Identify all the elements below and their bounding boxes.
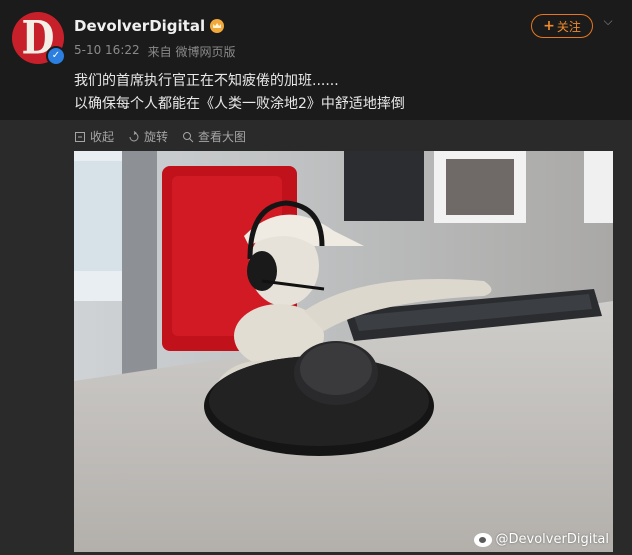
image-watermark: @DevolverDigital [473,532,609,547]
rotate-button[interactable]: 旋转 [128,128,168,145]
post-image[interactable]: @DevolverDigital [74,151,613,552]
zoom-icon [183,131,194,142]
post-text-line: 我们的首席执行官正在不知疲倦的加班...... [74,73,339,89]
collapse-icon [75,131,85,142]
chevron-down-icon[interactable]: ⌵ [599,12,617,30]
post-text: 我们的首席执行官正在不知疲倦的加班...... 以确保每个人都能在《人类一败涂地… [74,70,405,116]
follow-label: 关注 [556,19,581,34]
verified-badge-icon: ✓ [46,46,66,66]
post-text-line: 以确保每个人都能在《人类一败涂地2》中舒适地摔倒 [74,96,405,112]
plus-icon: + [543,18,555,34]
collapse-label: 收起 [90,130,115,144]
media-toolbar: 收起 旋转 查看大图 [74,128,246,145]
rotate-label: 旋转 [144,130,169,144]
rotate-icon [129,130,139,141]
watermark-text: @DevolverDigital [495,532,609,547]
crown-icon [210,19,225,33]
view-large-button[interactable]: 查看大图 [182,128,246,145]
avatar[interactable]: D ✓ [12,12,66,66]
office-photo [74,151,613,552]
post-meta: 5-10 16:22 来自 微博网页版 [74,43,235,60]
author-name[interactable]: DevolverDigital [74,17,205,35]
collapse-button[interactable]: 收起 [74,128,114,145]
view-large-label: 查看大图 [198,130,247,144]
follow-button[interactable]: + 关注 [531,14,593,38]
author-row: DevolverDigital [74,17,225,35]
post-source: 来自 微博网页版 [147,45,236,59]
post-date[interactable]: 5-10 16:22 [74,43,140,60]
weibo-logo-icon [473,532,492,547]
